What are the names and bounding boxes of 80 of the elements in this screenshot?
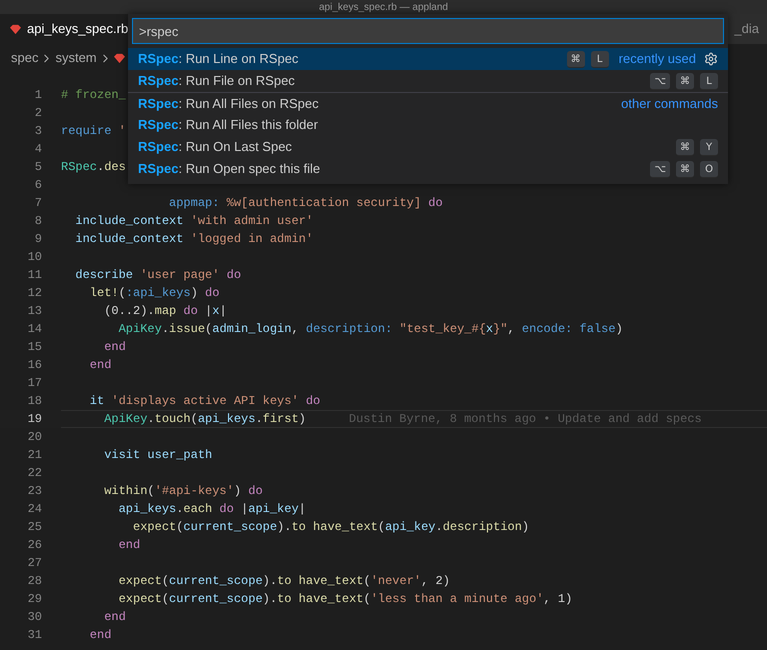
command-item[interactable]: RSpec: Run On Last Spec ⌘ Y <box>128 136 728 158</box>
line-number: 12 <box>26 285 42 302</box>
code-line: describe 'user page' do <box>74 267 242 284</box>
line-number: 11 <box>26 267 42 284</box>
key-cap: ⌥ <box>650 72 670 90</box>
command-group-label: other commands <box>621 94 718 113</box>
line-number: 20 <box>26 429 42 446</box>
command-item[interactable]: RSpec: Run Line on RSpec ⌘ L recently used <box>128 48 728 70</box>
line-number: 21 <box>26 447 42 464</box>
key-cap: Y <box>700 138 718 156</box>
blame-annotation: Dustin Byrne, 8 months ago • Update and add specs <box>348 411 702 428</box>
code-line: visit user_path <box>103 447 212 464</box>
key-cap: L <box>590 50 609 68</box>
line-number: 18 <box>26 393 42 410</box>
code-line: ApiKey.touch(api_keys.first) <box>103 411 306 428</box>
line-number: 23 <box>26 483 42 500</box>
line-number: 16 <box>26 357 42 374</box>
key-cap: ⌘ <box>676 160 694 178</box>
key-cap: ⌘ <box>676 138 694 156</box>
window-title: api_keys_spec.rb — appland <box>319 2 448 14</box>
command-item[interactable]: RSpec: Run Open spec this file ⌥ ⌘ O <box>128 158 728 180</box>
line-number: 7 <box>34 195 42 212</box>
breadcrumb-item[interactable]: system <box>55 48 97 68</box>
command-item[interactable]: RSpec: Run All Files on RSpec other commands <box>128 92 728 114</box>
key-cap: ⌥ <box>650 160 670 178</box>
ruby-icon <box>114 52 125 64</box>
code-line: include_context 'with admin user' <box>74 213 314 230</box>
code-line: RSpec.des <box>61 159 126 176</box>
line-number: 10 <box>26 249 42 266</box>
line-number: 13 <box>26 303 42 320</box>
line-number: 31 <box>26 627 42 644</box>
code-line: ApiKey.issue(admin_login, description: "test_key_#{x}", encode: false) <box>118 321 623 338</box>
line-number: 14 <box>26 321 42 338</box>
code-line: end <box>103 339 126 356</box>
key-cap: ⌘ <box>676 72 694 90</box>
line-number: 24 <box>26 501 42 518</box>
line-number: 19 <box>26 411 42 428</box>
code-line: expect(current_scope).to have_text('less than a minute ago', 1) <box>118 591 572 608</box>
code-line: let!(:api_keys) do <box>88 285 220 302</box>
key-cap: L <box>700 72 718 90</box>
key-cap: O <box>700 160 718 178</box>
line-number: 26 <box>26 537 42 554</box>
line-number: 22 <box>26 465 42 482</box>
line-number: 8 <box>34 213 42 230</box>
code-line: api_keys.each do |api_key| <box>118 501 306 518</box>
line-number: 9 <box>34 231 42 248</box>
settings-icon[interactable] <box>704 52 718 66</box>
code-line: include_context 'logged in admin' <box>74 231 314 248</box>
code-line: expect(current_scope).to have_text(api_key.description) <box>132 519 530 536</box>
line-number: 29 <box>26 591 42 608</box>
code-line: # frozen_ <box>61 87 126 104</box>
command-item[interactable]: RSpec: Run All Files this folder <box>128 114 728 136</box>
code-line: end <box>88 627 112 644</box>
line-number: 3 <box>34 123 42 140</box>
command-group-label: recently used <box>618 50 696 68</box>
line-number: 17 <box>26 375 42 392</box>
command-item[interactable]: RSpec: Run File on RSpec ⌥ ⌘ L <box>128 70 728 92</box>
line-number: 15 <box>26 339 42 356</box>
code-line: appmap: %w[authentication security] do <box>168 195 443 212</box>
code-line: require ' <box>61 123 126 140</box>
line-number: 6 <box>34 177 42 194</box>
code-line: end <box>103 609 126 626</box>
line-number: 1 <box>34 87 42 104</box>
key-cap: ⌘ <box>566 50 585 68</box>
code-line: expect(current_scope).to have_text('never', 2) <box>118 573 450 590</box>
line-number: 2 <box>34 105 42 122</box>
line-number: 5 <box>34 159 42 176</box>
line-number: 4 <box>34 141 42 158</box>
code-line: within('#api-keys') do <box>103 483 263 500</box>
code-line: end <box>118 537 140 554</box>
line-number: 25 <box>26 519 42 536</box>
line-number: 30 <box>26 609 42 626</box>
breadcrumb-item[interactable]: spec <box>11 48 38 68</box>
code-line: it 'displays active API keys' do <box>88 393 320 410</box>
line-number: 28 <box>26 573 42 590</box>
ruby-icon <box>10 24 21 34</box>
code-line: end <box>88 357 112 374</box>
line-number: 27 <box>26 555 42 572</box>
code-line: (0..2).map do |x| <box>103 303 227 320</box>
command-input[interactable]: >rspec <box>132 18 724 44</box>
